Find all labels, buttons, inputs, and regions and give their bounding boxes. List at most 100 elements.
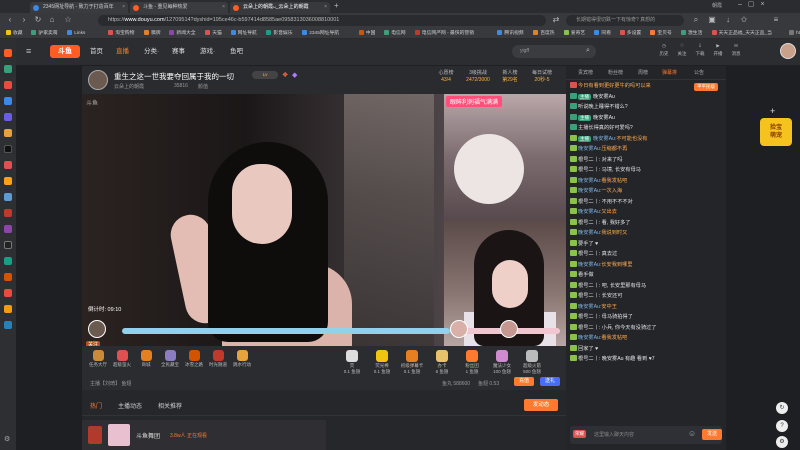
gift-item[interactable]: 荧 0.1 鱼翅: [338, 350, 366, 375]
nav-home[interactable]: 首页: [90, 39, 103, 65]
close-tab-icon[interactable]: ×: [122, 2, 125, 13]
gift-item[interactable]: 办卡 6 鱼翅: [428, 350, 456, 375]
room-category[interactable]: 颜值: [198, 83, 208, 90]
chat-message[interactable]: 晚安雾Au:看我发帖吧: [570, 176, 724, 186]
gift-item[interactable]: 超级火箭 500 鱼翅: [518, 350, 546, 375]
chat-message[interactable]: 根号二丨: 母马骑拍得了: [570, 313, 724, 322]
bookmark-item[interactable]: 同看: [594, 28, 611, 39]
chat-input-box[interactable]: 荣耀 这里输入聊天内容 ☺ 发送: [570, 426, 722, 444]
bookmark-item[interactable]: 电信网严网 - 最快的营销: [414, 28, 474, 39]
user-avatar[interactable]: [780, 43, 796, 59]
bookmark-item[interactable]: 驴家卖萌: [31, 28, 58, 39]
chat-message[interactable]: 主播 晚安雾Au:不可能也没有: [570, 134, 724, 144]
download-app-button[interactable]: ⇩ 下载: [692, 42, 708, 58]
gift-item[interactable]: 粉丝团 1 鱼翅: [458, 350, 486, 375]
add-icon[interactable]: +: [770, 106, 775, 116]
chat-tab[interactable]: 周榜: [638, 69, 648, 76]
chat-message[interactable]: 主播长得真的好可爱吗?: [570, 124, 724, 133]
sidebar-app-icon[interactable]: [4, 113, 12, 121]
chat-username[interactable]: 晚安雾Au:: [578, 335, 601, 341]
sidebar-app-icon[interactable]: [4, 257, 12, 265]
bookmark-item[interactable]: 影音娱乐: [266, 28, 293, 39]
video-player[interactable]: 眼眸利刺福气满满 斗鱼 倒计时: 09:10 关注: [82, 94, 566, 346]
chat-message[interactable]: 晚安雾Au:压缩都不再: [570, 145, 724, 154]
post-dynamic-button[interactable]: 发动态: [524, 399, 558, 411]
bookmark-item[interactable]: 百度热: [533, 28, 555, 39]
bookmark-item[interactable]: 腾讯视频: [497, 28, 524, 39]
bookmark-item[interactable]: 收藏: [6, 28, 23, 39]
translate-icon[interactable]: ⇄: [550, 14, 562, 26]
forward-icon[interactable]: ›: [18, 14, 30, 26]
send-gift-button[interactable]: 送礼: [540, 377, 561, 386]
bookmark-item[interactable]: 多设置: [619, 28, 641, 39]
start-live-button[interactable]: ▶ 开播: [710, 42, 726, 58]
pk-avatar-right-1[interactable]: [450, 320, 468, 338]
chat-message[interactable]: 根号二丨: 不用不不不对: [570, 197, 724, 207]
settings-icon[interactable]: ⚙: [4, 435, 10, 443]
chat-message[interactable]: 晚安雾Au:我说到时又: [570, 229, 724, 238]
nav-events[interactable]: 赛事: [172, 39, 185, 65]
chat-message[interactable]: 要手了 ♥: [570, 239, 724, 249]
star-icon[interactable]: ☆: [62, 14, 74, 26]
bookmark-item[interactable]: 中国: [358, 28, 375, 39]
chat-message[interactable]: 根号二丨: 吧, 长安里那有母马: [570, 281, 724, 291]
bookmark-icon[interactable]: ✩: [738, 14, 750, 26]
tab-hot[interactable]: 热门: [90, 401, 102, 410]
pk-avatar-left[interactable]: [88, 320, 106, 338]
sidebar-app-icon[interactable]: [4, 193, 12, 201]
refresh-icon[interactable]: ↻: [776, 402, 788, 414]
sidebar-app-icon[interactable]: [4, 129, 12, 137]
site-logo[interactable]: 斗鱼: [50, 45, 80, 58]
back-icon[interactable]: ‹: [4, 14, 16, 26]
chat-message[interactable]: 主播 晚安雾Au: [570, 113, 724, 123]
recommend-row[interactable]: 斗鱼舞团 3.8w人 正在观看: [82, 420, 326, 450]
search-icon[interactable]: ⌕: [586, 47, 590, 55]
chat-username[interactable]: 晚安雾Au:: [578, 146, 601, 152]
super-firefly-button[interactable]: 超级萤火: [112, 350, 132, 368]
search-icon[interactable]: ⌕: [690, 14, 702, 26]
bookmark-item[interactable]: Links: [67, 28, 85, 39]
chat-message[interactable]: 晚安雾Au:安中王: [570, 302, 724, 312]
pk-avatar-right-2[interactable]: [500, 320, 518, 338]
sidebar-app-icon[interactable]: [4, 209, 12, 217]
sidebar-app-icon[interactable]: [4, 225, 12, 233]
nav-category[interactable]: 分类·: [144, 39, 159, 65]
bookmark-item[interactable]: 2345网址导航: [302, 28, 339, 39]
chat-message[interactable]: 回家了 ♥: [570, 344, 724, 354]
time-tunnel-button[interactable]: 时光隧道: [208, 350, 228, 368]
emoji-icon[interactable]: ☺: [688, 429, 696, 438]
bookmark-item[interactable]: https://www.okl89: [789, 28, 800, 39]
sidebar-app-icon[interactable]: [4, 161, 12, 169]
sidebar-app-icon[interactable]: [4, 65, 12, 73]
bookmark-item[interactable]: 电信网: [384, 28, 406, 39]
bookmark-item[interactable]: 网址导航: [230, 28, 257, 39]
chat-message[interactable]: 根号二丨: 小兵, 你今天有没骑过了: [570, 323, 724, 333]
chat-message[interactable]: 今日有看到更好更牛的吗可以来: [570, 82, 724, 91]
chat-message[interactable]: 根号二丨: 晚安雾Au 有趣 看到 ♥7: [570, 355, 724, 364]
sidebar-app-icon[interactable]: [4, 273, 12, 281]
follow-button[interactable]: ♡ 关注: [674, 42, 690, 58]
nav-live[interactable]: 直播: [116, 39, 129, 65]
menu-icon[interactable]: ≡: [770, 14, 782, 26]
new-tab-icon[interactable]: +: [334, 1, 339, 10]
bookmark-item[interactable]: 天猫: [205, 28, 222, 39]
sidebar-app-icon[interactable]: [4, 81, 12, 89]
recharge-button[interactable]: 充值: [514, 377, 535, 386]
nav-fishbar[interactable]: 鱼吧: [230, 39, 243, 65]
sidebar-app-icon[interactable]: [4, 241, 12, 249]
pip-window-1[interactable]: 眼眸利刺福气满满: [444, 94, 566, 220]
chat-message[interactable]: 晚安雾Au:长安我到哪里: [570, 260, 724, 270]
url-field[interactable]: https://www.douyu.com/12709514?dyshid=19…: [98, 15, 546, 26]
treasure-button[interactable]: 全民藏宝: [160, 350, 180, 368]
promo-banner[interactable]: 捡宝 萌宠: [760, 118, 792, 146]
site-search-input[interactable]: yigff: [512, 45, 596, 58]
streamer-name[interactable]: 云朵上的朝霞: [114, 83, 144, 90]
chat-message[interactable]: 根号二丨: 马境, 长安有母马: [570, 166, 724, 175]
help-icon[interactable]: ?: [776, 420, 788, 432]
settings-gear-icon[interactable]: ⚙: [776, 436, 788, 448]
window-controls[interactable]: –▢×: [738, 0, 771, 8]
chat-message[interactable]: 根号二丨: 长安还可: [570, 292, 724, 301]
bookmark-item[interactable]: 爱奇艺: [563, 28, 585, 39]
nav-games[interactable]: 游戏·: [200, 39, 215, 65]
chat-tab[interactable]: 贵宾榜: [578, 69, 593, 76]
